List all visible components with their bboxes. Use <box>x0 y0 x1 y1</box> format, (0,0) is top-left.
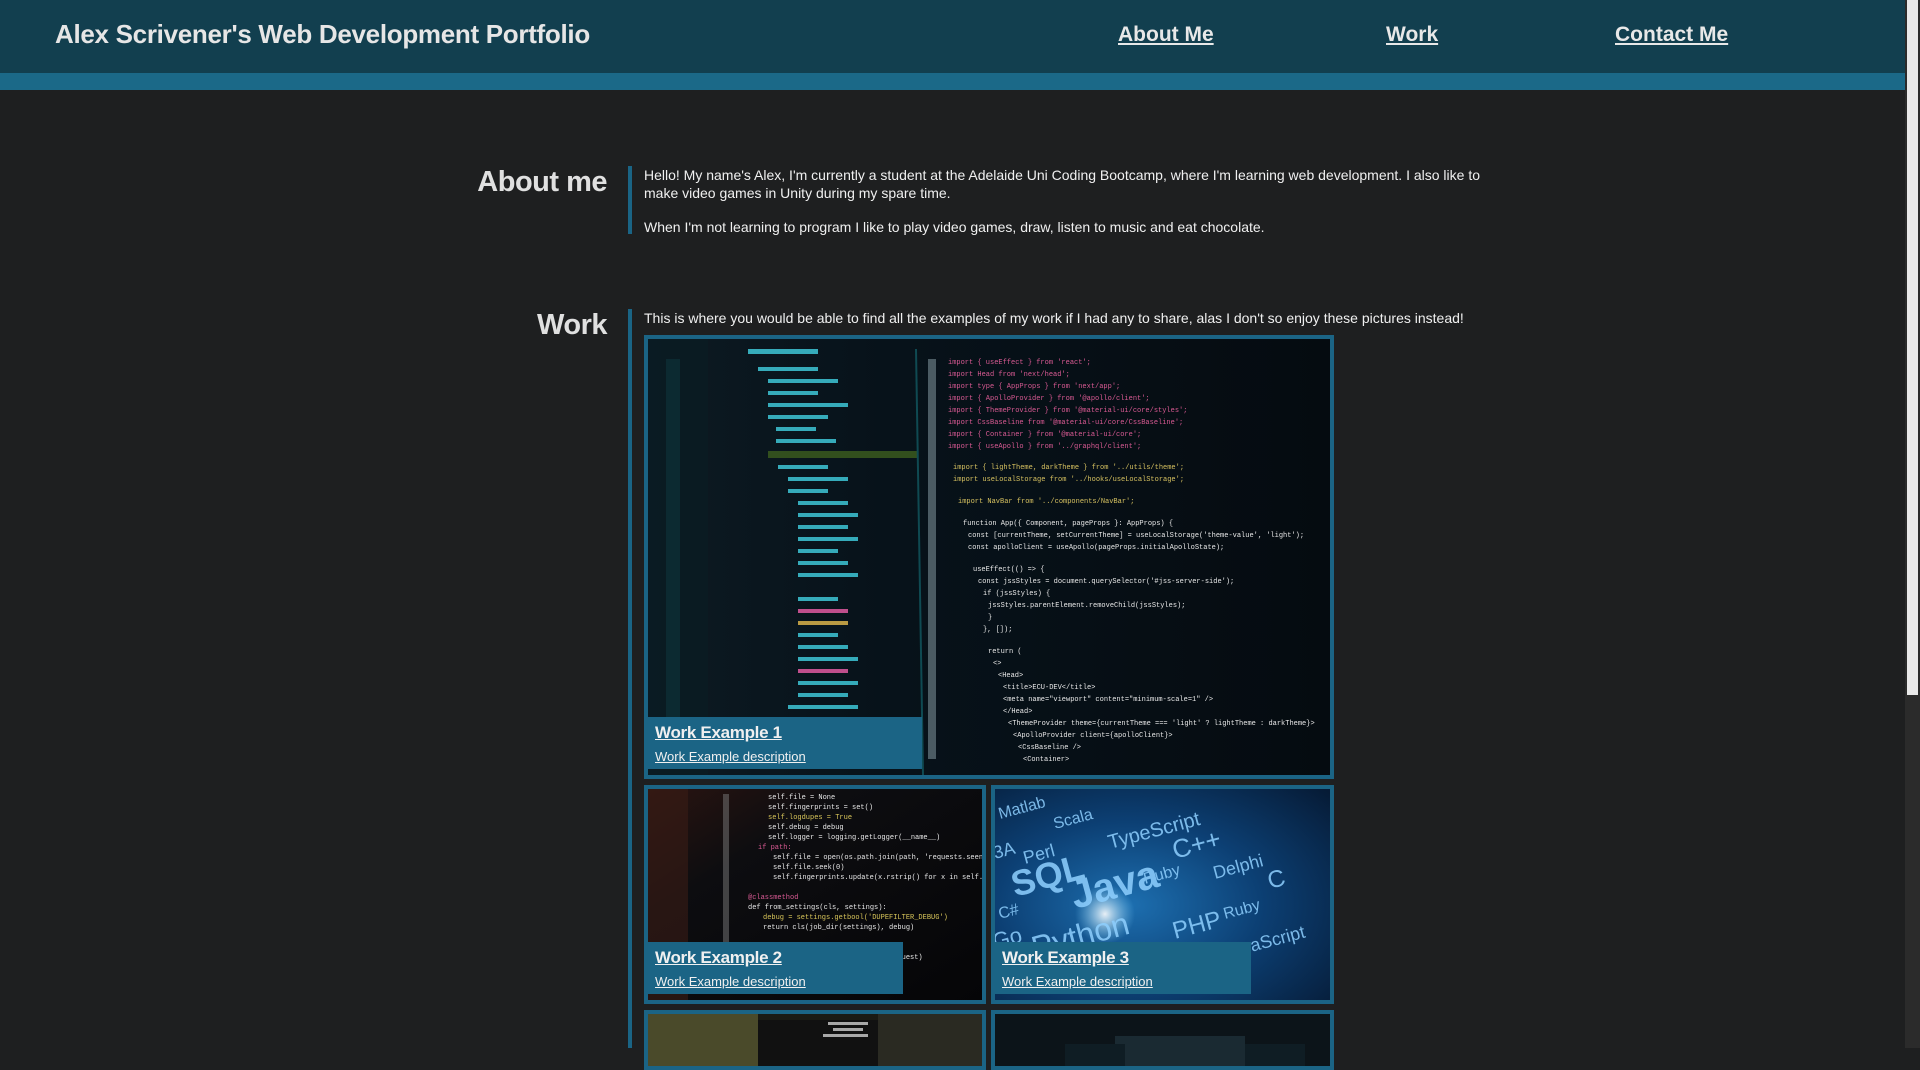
work-divider <box>628 309 632 1048</box>
svg-text:const jssStyles = document.que: const jssStyles = document.querySelector… <box>978 578 1234 586</box>
svg-text:debug = settings.getbool('DUPE: debug = settings.getbool('DUPEFILTER_DEB… <box>763 914 948 922</box>
svg-text:<title>ECU-DEV</title>: <title>ECU-DEV</title> <box>1003 684 1095 692</box>
svg-text:const [currentTheme, setCurren: const [currentTheme, setCurrentTheme] = … <box>968 532 1304 540</box>
svg-text:import { ApolloProvider } from: import { ApolloProvider } from '@apollo/… <box>948 395 1150 403</box>
nav-contact-me[interactable]: Contact Me <box>1615 23 1728 47</box>
svg-text:self.logdupes = True: self.logdupes = True <box>768 814 852 822</box>
svg-text:if (jssStyles) {: if (jssStyles) { <box>983 590 1050 598</box>
nav-work[interactable]: Work <box>1386 23 1438 47</box>
svg-text:import { useEffect } from 'rea: import { useEffect } from 'react'; <box>948 359 1091 367</box>
work-example-title-1[interactable]: Work Example 1 <box>655 723 914 743</box>
svg-text:if path:: if path: <box>758 844 792 852</box>
svg-text:import NavBar from '../compone: import NavBar from '../components/NavBar… <box>958 498 1134 506</box>
scrollbar-thumb[interactable] <box>1907 0 1918 695</box>
svg-text:self.logger = logging.getLogge: self.logger = logging.getLogger(__name__… <box>768 834 940 842</box>
svg-text:jssStyles.parentElement.remove: jssStyles.parentElement.removeChild(jssS… <box>988 602 1185 610</box>
svg-text:@classmethod: @classmethod <box>748 894 798 902</box>
about-divider <box>628 166 632 234</box>
svg-text:const apolloClient = useApollo: const apolloClient = useApollo(pageProps… <box>968 544 1224 552</box>
work-example-card-4[interactable] <box>644 1010 986 1070</box>
svg-text:def from_settings(cls, setting: def from_settings(cls, settings): <box>748 904 887 912</box>
svg-text:self.fingerprints.update(x.rst: self.fingerprints.update(x.rstrip() for … <box>773 874 982 882</box>
work-heading: Work <box>537 309 607 341</box>
svg-text:<meta name="viewport" content=: <meta name="viewport" content="minimum-s… <box>1003 696 1213 704</box>
svg-text:self.file.seek(0): self.file.seek(0) <box>773 864 844 872</box>
svg-text:return (: return ( <box>988 648 1022 656</box>
svg-text:<ThemeProvider theme={currentT: <ThemeProvider theme={currentTheme === '… <box>1008 720 1315 728</box>
svg-text:return cls(job_dir(settings),: return cls(job_dir(settings), debug) <box>763 924 914 932</box>
svg-text:}: } <box>988 614 992 622</box>
svg-text:self.fingerprints = set(): self.fingerprints = set() <box>768 804 873 812</box>
svg-text:self.file = open(os.path.join(: self.file = open(os.path.join(path, 'req… <box>773 854 982 862</box>
about-paragraph-1: Hello! My name's Alex, I'm currently a s… <box>644 167 1481 201</box>
site-title: Alex Scrivener's Web Development Portfol… <box>55 19 590 49</box>
work-intro: This is where you would be able to find … <box>644 310 1464 326</box>
laptop-code-image <box>648 1014 982 1066</box>
svg-text:function App({ Component, page: function App({ Component, pageProps }: A… <box>963 520 1173 528</box>
svg-text:import type { AppProps } from: import type { AppProps } from 'next/app'… <box>948 383 1120 391</box>
svg-text:import Head from 'next/head';: import Head from 'next/head'; <box>948 371 1070 379</box>
work-example-caption-1: Work Example 1 Work Example description <box>648 717 922 769</box>
work-example-card-3[interactable]: Matlab Scala TypeScript 3A Perl SQL Java… <box>991 785 1334 1004</box>
scrollbar[interactable] <box>1905 0 1920 1048</box>
svg-text:import { useApollo } from '../: import { useApollo } from '../graphql/cl… <box>948 443 1141 451</box>
desk-monitors-image <box>995 1014 1330 1066</box>
work-example-caption-2: Work Example 2 Work Example description <box>648 942 903 994</box>
svg-text:<CssBaseline />: <CssBaseline /> <box>1018 744 1081 752</box>
svg-text:</Head>: </Head> <box>1003 708 1032 716</box>
work-example-card-2[interactable]: self.file = None self.fingerprints = set… <box>644 785 986 1004</box>
work-example-description-2[interactable]: Work Example description <box>655 974 895 989</box>
about-heading: About me <box>477 166 607 198</box>
work-example-description-1[interactable]: Work Example description <box>655 749 914 764</box>
work-example-title-3[interactable]: Work Example 3 <box>1002 948 1243 968</box>
work-example-caption-3: Work Example 3 Work Example description <box>995 942 1251 994</box>
svg-text:import { Container } from '@ma: import { Container } from '@material-ui/… <box>948 431 1141 439</box>
svg-text:import { ThemeProvider } from: import { ThemeProvider } from '@material… <box>948 407 1187 415</box>
svg-text:<ApolloProvider client={apollo: <ApolloProvider client={apolloClient}> <box>1013 732 1173 740</box>
svg-text:<>: <> <box>993 660 1001 668</box>
svg-text:self.debug = debug: self.debug = debug <box>768 824 844 832</box>
work-example-title-2[interactable]: Work Example 2 <box>655 948 895 968</box>
svg-text:}, []);: }, []); <box>983 626 1012 634</box>
nav-about-me[interactable]: About Me <box>1118 23 1214 47</box>
about-paragraph-2: When I'm not learning to program I like … <box>644 219 1265 235</box>
work-example-description-3[interactable]: Work Example description <box>1002 974 1243 989</box>
svg-text:<Head>: <Head> <box>998 672 1023 680</box>
svg-text:<Container>: <Container> <box>1023 756 1069 764</box>
work-example-card-5[interactable] <box>991 1010 1334 1070</box>
svg-text:useEffect(() => {: useEffect(() => { <box>973 566 1044 574</box>
site-header: Alex Scrivener's Web Development Portfol… <box>0 0 1905 73</box>
svg-text:import useLocalStorage from '.: import useLocalStorage from '../hooks/us… <box>953 476 1184 484</box>
svg-text:import { lightTheme, darkTheme: import { lightTheme, darkTheme } from '.… <box>953 464 1184 472</box>
header-stripe <box>0 73 1905 90</box>
svg-text:self.file = None: self.file = None <box>768 794 835 802</box>
code-editor-image: import { useEffect } from 'react'; impor… <box>648 339 1330 775</box>
work-example-card-1[interactable]: import { useEffect } from 'react'; impor… <box>644 335 1334 779</box>
svg-text:import CssBaseline from '@mate: import CssBaseline from '@material-ui/co… <box>948 419 1183 427</box>
